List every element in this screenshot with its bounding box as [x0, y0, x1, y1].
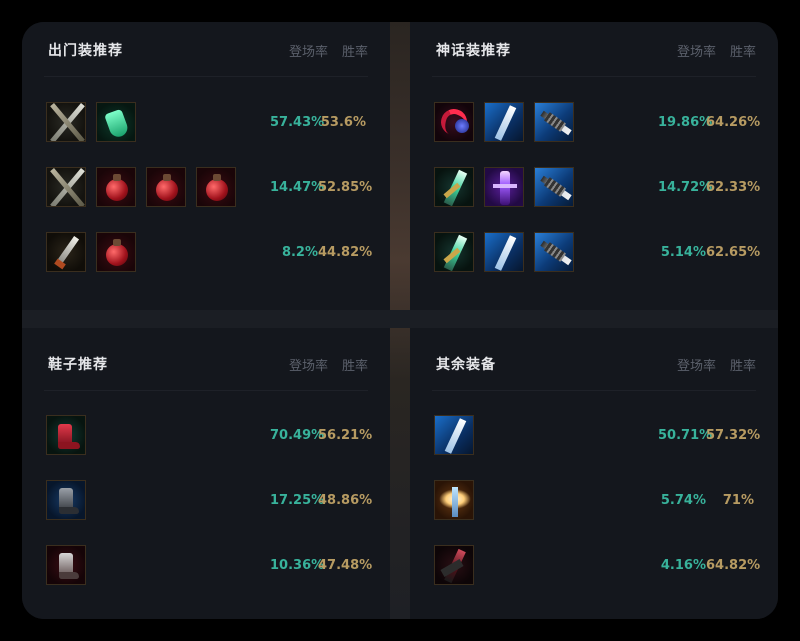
green-potion-icon[interactable]: [96, 102, 136, 142]
build-recommendation-board: 出门装推荐 登场率 胜率 57.43% 53.6% 14.47% 52.85% …: [22, 22, 778, 619]
window-frame: 出门装推荐 登场率 胜率 57.43% 53.6% 14.47% 52.85% …: [0, 0, 800, 641]
pick-rate: 19.86%: [658, 114, 713, 130]
win-rate: 48.86%: [318, 492, 373, 508]
win-rate-header: 胜率: [341, 358, 368, 374]
swords-icon[interactable]: [46, 102, 86, 142]
panel-title: 神话装推荐: [436, 43, 511, 59]
win-rate: 62.33%: [706, 179, 761, 195]
win-rate: 71%: [722, 492, 754, 508]
win-rate: 53.6%: [320, 114, 366, 130]
panel-title: 其余装备: [436, 357, 496, 373]
blade-icon[interactable]: [484, 232, 524, 272]
panel-header: 出门装推荐 登场率 胜率: [48, 40, 368, 60]
build-row[interactable]: 14.72% 62.33%: [434, 166, 761, 208]
pick-rate: 4.16%: [660, 557, 706, 573]
win-rate: 62.65%: [706, 244, 761, 260]
horizontal-divider: [22, 310, 778, 328]
pick-rate: 57.43%: [270, 114, 325, 130]
pick-rate: 50.71%: [658, 427, 713, 443]
pick-rate: 5.74%: [660, 492, 706, 508]
dark-boots-icon[interactable]: [46, 480, 86, 520]
win-rate: 56.21%: [318, 427, 373, 443]
pick-rate: 5.14%: [660, 244, 706, 260]
build-row[interactable]: 10.36% 47.48%: [46, 544, 373, 586]
pick-rate-header: 登场率: [676, 44, 716, 60]
build-row[interactable]: 70.49% 56.21%: [46, 414, 373, 456]
pick-rate: 70.49%: [270, 427, 325, 443]
red-potion-icon[interactable]: [96, 232, 136, 272]
win-rate: 64.26%: [706, 114, 761, 130]
starter-items-panel: 出门装推荐 登场率 胜率 57.43% 53.6% 14.47% 52.85% …: [22, 22, 390, 310]
pick-rate: 8.2%: [281, 244, 318, 260]
header-divider: [44, 390, 368, 391]
build-row[interactable]: 8.2% 44.82%: [46, 231, 373, 273]
panel-header: 神话装推荐 登场率 胜率: [436, 40, 756, 60]
other-items-panel: 其余装备 登场率 胜率 50.71% 57.32% 5.74% 71% 4.16…: [410, 328, 778, 619]
build-row[interactable]: 57.43% 53.6%: [46, 101, 366, 143]
panel-header: 其余装备 登场率 胜率: [436, 354, 756, 374]
win-rate: 64.82%: [706, 557, 761, 573]
panel-header: 鞋子推荐 登场率 胜率: [48, 354, 368, 374]
dagger-icon[interactable]: [46, 232, 86, 272]
build-row[interactable]: 19.86% 64.26%: [434, 101, 761, 143]
purple-blade-icon[interactable]: [484, 167, 524, 207]
win-rate: 52.85%: [318, 179, 373, 195]
blade-icon[interactable]: [434, 415, 474, 455]
red-potion-icon[interactable]: [196, 167, 236, 207]
pick-rate: 17.25%: [270, 492, 325, 508]
swords-icon[interactable]: [46, 167, 86, 207]
pick-rate: 14.47%: [270, 179, 325, 195]
build-row[interactable]: 5.74% 71%: [434, 479, 754, 521]
dark-blade-icon[interactable]: [434, 545, 474, 585]
red-boots-icon[interactable]: [46, 415, 86, 455]
pick-rate-header: 登场率: [288, 358, 328, 374]
header-divider: [432, 390, 756, 391]
build-row[interactable]: 4.16% 64.82%: [434, 544, 761, 586]
angel-icon[interactable]: [434, 480, 474, 520]
pick-rate-header: 登场率: [288, 44, 328, 60]
green-blade-icon[interactable]: [434, 167, 474, 207]
mythic-items-panel: 神话装推荐 登场率 胜率 19.86% 64.26% 14.72% 62.33%…: [410, 22, 778, 310]
spear-icon[interactable]: [534, 167, 574, 207]
win-rate: 47.48%: [318, 557, 373, 573]
header-divider: [44, 76, 368, 77]
build-row[interactable]: 17.25% 48.86%: [46, 479, 373, 521]
build-row[interactable]: 50.71% 57.32%: [434, 414, 761, 456]
build-row[interactable]: 14.47% 52.85%: [46, 166, 373, 208]
win-rate-header: 胜率: [341, 44, 368, 60]
scythe-icon[interactable]: [434, 102, 474, 142]
win-rate-header: 胜率: [729, 358, 756, 374]
panel-title: 鞋子推荐: [48, 357, 108, 373]
pick-rate-header: 登场率: [676, 358, 716, 374]
pick-rate: 14.72%: [658, 179, 713, 195]
red-potion-icon[interactable]: [146, 167, 186, 207]
spear-icon[interactable]: [534, 102, 574, 142]
panel-title: 出门装推荐: [48, 43, 123, 59]
win-rate: 57.32%: [706, 427, 761, 443]
win-rate: 44.82%: [318, 244, 373, 260]
header-divider: [432, 76, 756, 77]
boots-panel: 鞋子推荐 登场率 胜率 70.49% 56.21% 17.25% 48.86% …: [22, 328, 390, 619]
plated-boots-icon[interactable]: [46, 545, 86, 585]
win-rate-header: 胜率: [729, 44, 756, 60]
spear-icon[interactable]: [534, 232, 574, 272]
red-potion-icon[interactable]: [96, 167, 136, 207]
build-row[interactable]: 5.14% 62.65%: [434, 231, 761, 273]
green-blade-icon[interactable]: [434, 232, 474, 272]
pick-rate: 10.36%: [270, 557, 325, 573]
blade-icon[interactable]: [484, 102, 524, 142]
